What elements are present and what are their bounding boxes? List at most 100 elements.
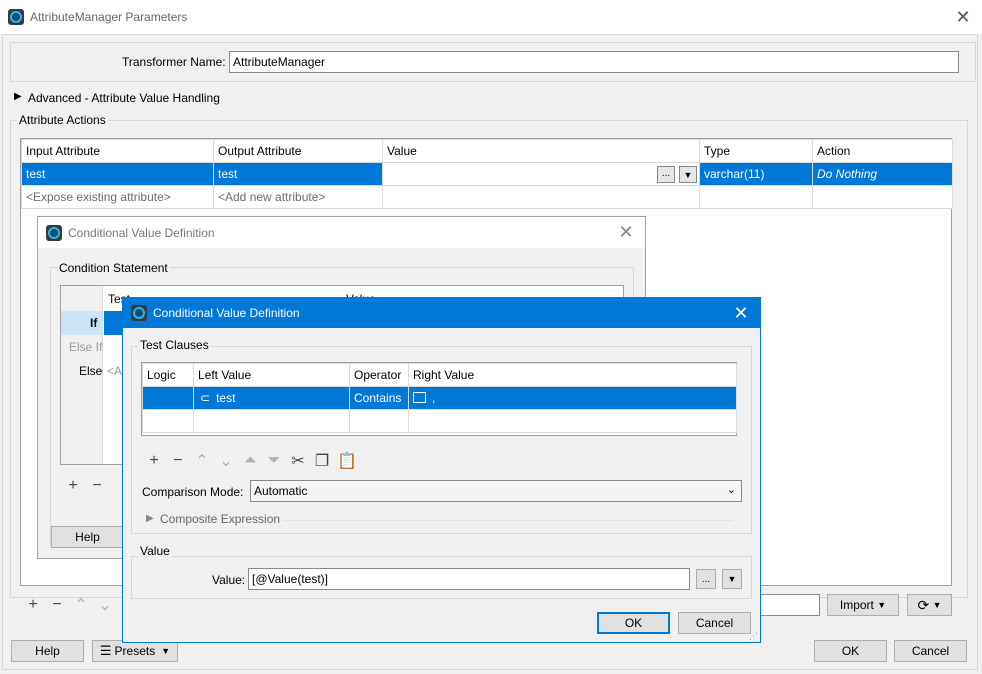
add-icon[interactable]: + bbox=[24, 596, 42, 614]
col-header-right-value[interactable]: Right Value bbox=[408, 363, 737, 387]
cell-logic[interactable] bbox=[142, 409, 194, 433]
ok-button[interactable]: OK bbox=[814, 640, 887, 662]
comparison-mode-value: Automatic bbox=[254, 484, 308, 498]
remove-icon[interactable]: − bbox=[48, 596, 66, 614]
cell-value[interactable]: ... ▼ bbox=[382, 162, 700, 186]
composite-expression-label[interactable]: Composite Expression bbox=[160, 512, 280, 526]
transformer-name-input[interactable]: AttributeManager bbox=[229, 51, 959, 73]
row-else-if-label: Else If bbox=[69, 340, 103, 354]
cancel-button[interactable]: Cancel bbox=[678, 612, 751, 634]
help-button[interactable]: Help bbox=[11, 640, 84, 662]
advanced-section-label[interactable]: Advanced - Attribute Value Handling bbox=[28, 91, 220, 105]
move-down-icon[interactable]: ⌄ bbox=[96, 595, 114, 615]
cell-input[interactable]: test bbox=[21, 162, 214, 186]
composite-divider bbox=[283, 520, 733, 521]
dialog2-title: Conditional Value Definition bbox=[153, 306, 300, 320]
row-if-label: If bbox=[90, 316, 98, 330]
cell-value[interactable] bbox=[382, 185, 700, 209]
cell-right-value[interactable]: , bbox=[408, 386, 737, 410]
table-row[interactable]: test test ... ▼ varchar(11) Do Nothing bbox=[21, 162, 953, 186]
test-clauses-label: Test Clauses bbox=[138, 338, 211, 352]
dropdown-arrow-icon[interactable]: ▼ bbox=[679, 166, 697, 183]
cell-output[interactable]: test bbox=[213, 162, 383, 186]
paste-icon[interactable]: 📋 bbox=[337, 451, 357, 471]
move-bottom-icon[interactable]: ⏷ bbox=[265, 452, 283, 470]
cell-action[interactable]: Do Nothing bbox=[812, 162, 953, 186]
transformer-name-label: Transformer Name: bbox=[122, 55, 226, 69]
col-header-output[interactable]: Output Attribute bbox=[213, 139, 383, 163]
dialog2-titlebar: Conditional Value Definition ✕ bbox=[123, 298, 760, 328]
cell-operator[interactable]: Contains bbox=[349, 386, 409, 410]
add-icon[interactable]: + bbox=[64, 477, 82, 495]
cut-icon[interactable]: ✂ bbox=[289, 451, 307, 471]
move-down-icon[interactable]: ⌄ bbox=[217, 451, 235, 471]
row-else-label: Else bbox=[79, 364, 103, 378]
cell-input[interactable]: <Expose existing attribute> bbox=[21, 185, 214, 209]
value-menu-button[interactable]: ▼ bbox=[722, 569, 742, 589]
dialog1-titlebar: Conditional Value Definition ✕ bbox=[38, 217, 645, 248]
cell-operator[interactable] bbox=[349, 409, 409, 433]
row-else-cell[interactable]: <A bbox=[107, 364, 122, 378]
col-header-input[interactable]: Input Attribute bbox=[21, 139, 214, 163]
attribute-table: Input Attribute Output Attribute Value T… bbox=[21, 139, 953, 209]
app-icon bbox=[8, 9, 24, 25]
col-header-action[interactable]: Action bbox=[812, 139, 953, 163]
resize-grip-icon[interactable]: ⋰ bbox=[749, 631, 758, 642]
test-clauses-header: Logic Left Value Operator Right Value bbox=[142, 363, 737, 387]
ok-button[interactable]: OK bbox=[597, 612, 670, 634]
cell-left-value[interactable]: ⊂ test bbox=[193, 386, 350, 410]
remove-icon[interactable]: − bbox=[88, 477, 106, 495]
filter-input[interactable] bbox=[760, 594, 820, 616]
table-row[interactable]: ⊂ test Contains , bbox=[142, 386, 737, 410]
table-row[interactable]: <Expose existing attribute> <Add new att… bbox=[21, 185, 953, 209]
import-button[interactable]: Import ▼ bbox=[827, 594, 899, 616]
table-row[interactable] bbox=[142, 409, 737, 433]
cell-output[interactable]: <Add new attribute> bbox=[213, 185, 383, 209]
move-top-icon[interactable]: ⏶ bbox=[241, 452, 259, 470]
attribute-actions-label: Attribute Actions bbox=[17, 113, 108, 127]
cell-type[interactable] bbox=[699, 185, 813, 209]
col-header-logic[interactable]: Logic bbox=[142, 363, 194, 387]
attribute-toolbar: + − ⌃ ⌄ bbox=[24, 595, 114, 615]
ellipsis-button[interactable]: ... bbox=[657, 166, 675, 183]
comparison-mode-select[interactable]: Automatic ⌄ bbox=[250, 480, 742, 502]
value-group-label: Value bbox=[138, 544, 172, 558]
presets-icon: ☰ bbox=[99, 643, 112, 658]
cancel-button[interactable]: Cancel bbox=[894, 640, 967, 662]
col-header-left-value[interactable]: Left Value bbox=[193, 363, 350, 387]
presets-button[interactable]: ☰ Presets ▼ bbox=[92, 640, 178, 662]
close-icon[interactable]: ✕ bbox=[617, 223, 635, 241]
ellipsis-button[interactable]: ... bbox=[696, 569, 716, 589]
chevron-down-icon: ▼ bbox=[932, 600, 942, 610]
col-header-value[interactable]: Value bbox=[382, 139, 700, 163]
expand-arrow-icon[interactable]: ▶ bbox=[14, 91, 22, 102]
chevron-down-icon: ▼ bbox=[161, 646, 171, 656]
copy-icon[interactable]: ❐ bbox=[313, 451, 331, 471]
expand-arrow-icon[interactable]: ▶ bbox=[146, 513, 154, 524]
cell-logic[interactable] bbox=[142, 386, 194, 410]
help-button[interactable]: Help bbox=[51, 526, 124, 548]
remove-icon[interactable]: − bbox=[169, 452, 187, 470]
import-label: Import bbox=[839, 598, 874, 612]
cell-right-value[interactable] bbox=[408, 409, 737, 433]
close-icon[interactable]: ✕ bbox=[732, 304, 750, 322]
move-up-icon[interactable]: ⌃ bbox=[193, 451, 211, 471]
value-input[interactable]: [@Value(test)] bbox=[248, 568, 690, 590]
sync-button[interactable]: ⟳ ▼ bbox=[907, 594, 952, 616]
attribute-table-header: Input Attribute Output Attribute Value T… bbox=[21, 139, 953, 163]
move-up-icon[interactable]: ⌃ bbox=[72, 595, 90, 615]
app-icon bbox=[131, 305, 147, 321]
cell-type[interactable]: varchar(11) bbox=[699, 162, 813, 186]
dialog1-title: Conditional Value Definition bbox=[68, 225, 215, 240]
comparison-mode-label: Comparison Mode: bbox=[142, 485, 244, 499]
close-icon[interactable]: ✕ bbox=[954, 8, 972, 26]
presets-label: Presets bbox=[114, 644, 156, 658]
test-clauses-toolbar: + − ⌃ ⌄ ⏶ ⏷ ✂ ❐ 📋 bbox=[145, 451, 357, 471]
text-value-icon bbox=[413, 392, 426, 403]
app-icon bbox=[46, 224, 62, 241]
cell-left-value[interactable] bbox=[193, 409, 350, 433]
col-header-operator[interactable]: Operator bbox=[349, 363, 409, 387]
cell-action[interactable] bbox=[812, 185, 953, 209]
add-icon[interactable]: + bbox=[145, 452, 163, 470]
col-header-type[interactable]: Type bbox=[699, 139, 813, 163]
